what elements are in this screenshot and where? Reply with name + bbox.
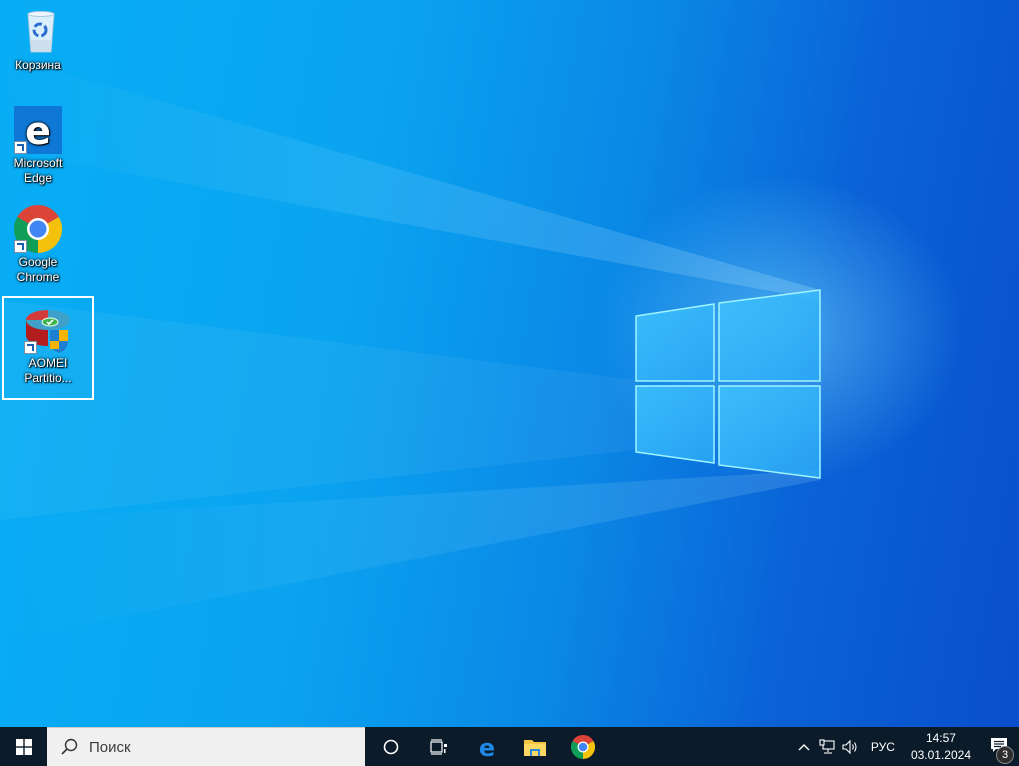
desktop-icon-microsoft-edge[interactable]: e Microsoft Edge	[0, 106, 76, 186]
svg-text:e: e	[479, 735, 495, 759]
shortcut-arrow-icon	[14, 240, 27, 253]
chrome-icon	[571, 734, 595, 759]
edge-icon: e	[479, 735, 495, 759]
wallpaper-art	[0, 55, 821, 640]
network-button[interactable]	[815, 727, 839, 766]
desktop-icon-google-chrome[interactable]: Google Chrome	[0, 205, 76, 285]
taskbar-edge-button[interactable]: e	[463, 727, 511, 766]
clock-date: 03.01.2024	[910, 747, 971, 762]
search-icon	[61, 738, 78, 755]
desktop-icon-label: Корзина	[15, 58, 61, 72]
volume-button[interactable]	[839, 727, 863, 766]
shortcut-arrow-icon	[14, 141, 27, 154]
desktop-icon-aomei-partition[interactable]: AOMEI Partitio...	[2, 296, 94, 400]
action-center-button[interactable]: 3	[979, 727, 1019, 766]
chevron-up-icon	[798, 743, 810, 750]
start-button[interactable]	[0, 727, 47, 766]
edge-icon: e	[14, 106, 62, 154]
system-tray: РУС 14:57 03.01.2024 3	[793, 727, 1019, 766]
show-hidden-icons-button[interactable]	[793, 727, 815, 766]
desktop-icon-label: Chrome	[16, 270, 60, 284]
desktop-icon-label: Edge	[23, 171, 53, 185]
search-box[interactable]: Поиск	[47, 727, 365, 766]
desktop-icon-label: AOMEI	[28, 356, 68, 370]
taskbar: Поиск e РУС 14:57 03.01.2024 3	[0, 727, 1019, 766]
light-beam-upper	[0, 55, 820, 300]
chrome-icon	[13, 205, 63, 253]
shortcut-arrow-icon	[24, 341, 37, 354]
svg-text:e: e	[25, 109, 51, 153]
volume-icon	[842, 739, 857, 754]
windows-logo-icon	[15, 738, 32, 755]
search-placeholder: Поиск	[89, 738, 131, 756]
clock-time: 14:57	[925, 730, 956, 745]
desktop-icon-label: Microsoft	[13, 156, 63, 170]
logo-pane-tr	[718, 289, 821, 382]
desktop-icon-recycle-bin[interactable]: Корзина	[0, 8, 76, 73]
light-beam-middle	[0, 300, 636, 520]
logo-pane-tl	[635, 303, 715, 382]
logo-pane-br	[718, 385, 821, 479]
folder-icon	[524, 739, 546, 756]
windows-logo-wallpaper	[635, 289, 821, 479]
aomei-partition-icon	[24, 306, 72, 354]
taskbar-chrome-button[interactable]	[559, 727, 607, 766]
desktop-icon-label: Partitio...	[24, 371, 72, 385]
desktop-icon-label: Google	[18, 255, 58, 269]
recycle-bin-icon	[14, 8, 62, 56]
notification-count-badge: 3	[996, 746, 1014, 764]
logo-pane-bl	[635, 385, 715, 464]
clock[interactable]: 14:57 03.01.2024	[903, 727, 979, 766]
task-view-button[interactable]	[415, 727, 463, 766]
network-icon	[819, 738, 835, 754]
cortana-circle-icon	[383, 739, 399, 754]
task-view-icon	[430, 738, 447, 755]
desktop-wallpaper[interactable]: Корзина e Microsoft Edge Google Chrome A…	[0, 0, 1019, 727]
taskbar-file-explorer-button[interactable]	[511, 727, 559, 766]
input-language-indicator[interactable]: РУС	[863, 727, 903, 766]
cortana-button[interactable]	[367, 727, 415, 766]
